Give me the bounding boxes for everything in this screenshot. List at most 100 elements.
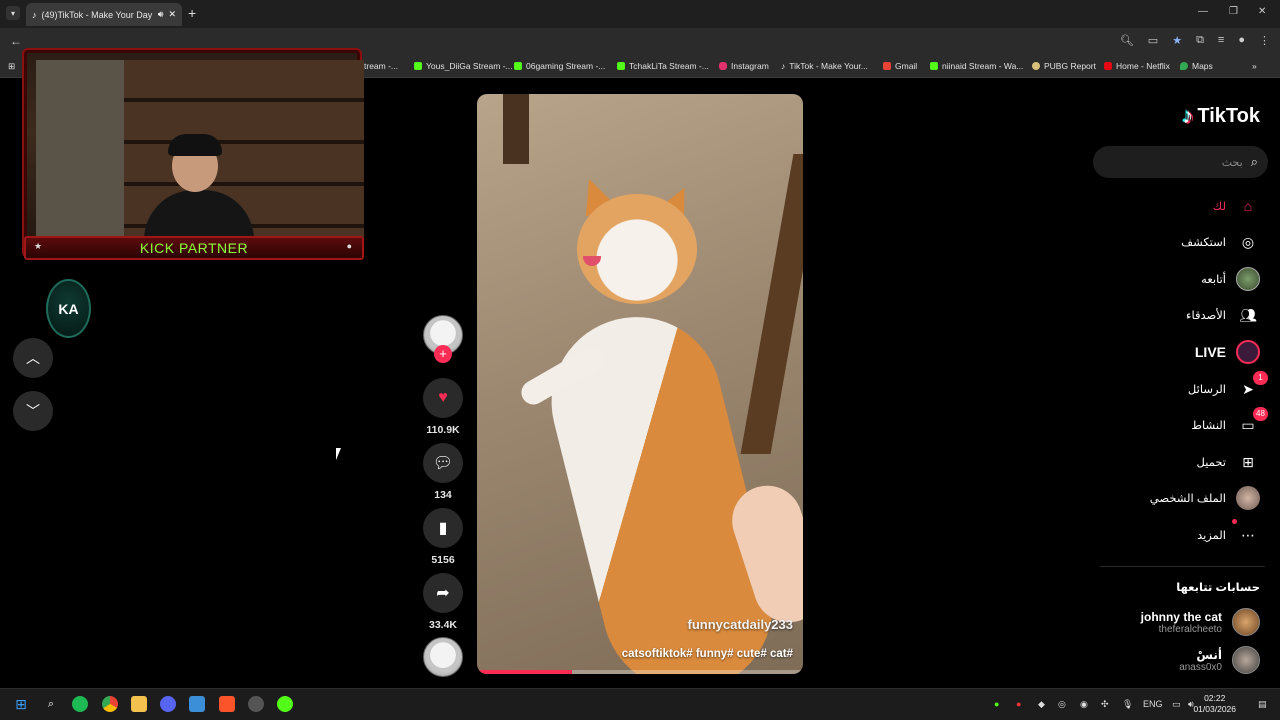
browser-tab-tiktok[interactable]: ♪ (49)TikTok - Make Your Day 🔊︎ ✕ <box>26 3 182 26</box>
steam-icon[interactable]: ◉ <box>1080 699 1088 710</box>
nav-label: الملف الشخصي <box>1149 493 1226 505</box>
account-name: johnny the cat <box>1140 609 1222 624</box>
video-player[interactable]: funnycatdaily233 catsoftiktok# funny# cu… <box>477 94 803 674</box>
nav-label: المزيد <box>1197 530 1226 542</box>
following-account-item[interactable]: أنسْ anass0x0 <box>1179 646 1260 674</box>
tray-app-icon[interactable]: ✣ <box>1101 699 1109 710</box>
nav-messages[interactable]: ➤ 1 الرسائل <box>1187 371 1268 401</box>
compass-icon: ◎ <box>1241 233 1255 250</box>
nav-explore[interactable]: ◎ استكشف <box>1181 230 1260 254</box>
nav-activity[interactable]: ▭ 48 النشاط <box>1191 407 1268 437</box>
bookmark-item[interactable]: Yous_DiiGa Stream -... <box>414 61 513 71</box>
nav-profile[interactable]: الملف الشخصي <box>1150 486 1260 510</box>
bookmark-item[interactable]: niinaid Stream - Wa... <box>930 61 1023 71</box>
live-icon <box>1236 340 1260 364</box>
clock-time: 02:22 <box>1204 693 1226 703</box>
brave-icon[interactable] <box>219 696 235 712</box>
taskbar-clock[interactable]: 02:22 01/03/2026 <box>1193 693 1236 715</box>
bookmark-item[interactable]: PUBG Report <box>1032 61 1096 71</box>
app-icon[interactable] <box>277 696 293 712</box>
nav-upload[interactable]: ⊞ تحميل <box>1197 450 1260 474</box>
app-icon[interactable] <box>248 696 264 712</box>
comment-button[interactable]: 💬︎ <box>423 443 463 483</box>
nav-for-you[interactable]: ⌂ لك <box>1213 194 1260 218</box>
bookmark-item[interactable]: Instagram <box>719 61 769 71</box>
nav-label: استكشف <box>1181 237 1226 249</box>
close-tab-icon[interactable]: ✕ <box>168 9 176 20</box>
tray-app-icon[interactable]: ● <box>1016 699 1021 709</box>
save-count: 5156 <box>431 554 455 566</box>
sound-disc-avatar[interactable] <box>423 637 463 677</box>
windows-start-icon[interactable]: ⊞ <box>13 696 29 712</box>
following-account-item[interactable]: johnny the cat theferalcheeto <box>1141 608 1260 636</box>
notification-icon[interactable]: ▤ <box>1258 699 1267 710</box>
chevron-up-icon: ︿ <box>26 350 40 366</box>
discord-icon[interactable] <box>160 696 176 712</box>
language-indicator[interactable]: ENG <box>1143 699 1163 709</box>
bookmark-item[interactable]: Maps <box>1180 61 1213 71</box>
share-button[interactable]: ➦ <box>423 573 463 613</box>
more-icon: ⋯ <box>1232 519 1260 547</box>
tray-app-icon[interactable]: ● <box>994 699 999 709</box>
follow-plus-icon[interactable]: + <box>434 345 452 363</box>
sidebar-divider <box>1100 566 1265 567</box>
cast-icon[interactable]: ▭ <box>1148 34 1158 47</box>
tiktok-logo-text: TikTok <box>1197 104 1260 127</box>
search-icon[interactable]: ⌕ <box>1251 154 1258 170</box>
nav-label: الرسائل <box>1187 384 1226 396</box>
screen: ▾ ♪ (49)TikTok - Make Your Day 🔊︎ ✕ + — … <box>0 0 1280 720</box>
next-video-button[interactable]: ﹀ <box>13 391 53 431</box>
account-handle: anass0x0 <box>1179 661 1222 673</box>
save-button[interactable]: ▮ <box>423 508 463 548</box>
zoom-icon[interactable]: 🔍︎ <box>1120 34 1134 47</box>
spotify-icon[interactable] <box>72 696 88 712</box>
tray-app-icon[interactable]: ◆ <box>1038 699 1045 710</box>
file-explorer-icon[interactable] <box>131 696 147 712</box>
bookmark-item[interactable]: ♪ TikTok - Make Your... <box>781 61 868 71</box>
nav-live[interactable]: LIVE <box>1195 340 1260 364</box>
cat-head <box>577 194 697 304</box>
tab-search-icon[interactable]: ▾ <box>6 6 20 20</box>
close-window-icon[interactable]: ✕ <box>1258 6 1266 17</box>
new-tab-icon[interactable]: + <box>188 5 196 21</box>
video-table-leg <box>503 94 529 164</box>
photos-icon[interactable] <box>189 696 205 712</box>
video-hashtags[interactable]: catsoftiktok# funny# cute# cat# <box>622 648 793 660</box>
previous-video-button[interactable]: ︿ <box>13 338 53 378</box>
bookmark-item[interactable]: Home - Netflix <box>1104 61 1170 71</box>
webcam-overlay: KICK PARTNER ★ ● <box>14 40 372 265</box>
account-names: johnny the cat theferalcheeto <box>1141 610 1222 635</box>
bookmark-item[interactable]: Gmail <box>883 61 917 71</box>
nav-friends[interactable]: 👥︎ الأصدقاء <box>1186 303 1260 327</box>
search-icon[interactable]: ⌕ <box>43 696 59 712</box>
video-author[interactable]: funnycatdaily233 <box>688 617 794 632</box>
profile-avatar-icon[interactable]: ● <box>1238 34 1245 47</box>
chrome-icon[interactable] <box>102 696 118 712</box>
speaker-icon[interactable]: 🔊︎ <box>158 9 164 20</box>
like-button[interactable]: ♥ <box>423 378 463 418</box>
restore-icon[interactable]: ❐ <box>1229 6 1238 17</box>
bookmark-star-icon[interactable]: ★ <box>1172 34 1182 47</box>
search-input[interactable]: بحث ⌕ <box>1093 146 1268 178</box>
menu-icon[interactable]: ⋮ <box>1259 34 1270 47</box>
minimize-icon[interactable]: — <box>1198 6 1208 17</box>
nav-following[interactable]: أتابعه <box>1201 267 1260 291</box>
video-progress-bar[interactable] <box>477 670 803 674</box>
nav-label: أتابعه <box>1201 274 1226 286</box>
extensions-icon[interactable]: ⧉ <box>1196 34 1204 47</box>
user-icon: ● <box>346 241 352 251</box>
nav-more[interactable]: ⋯ المزيد <box>1197 519 1260 547</box>
kick-partner-banner: KICK PARTNER <box>24 236 364 260</box>
media-icon[interactable]: ≡ <box>1218 34 1224 47</box>
tray-app-icon[interactable]: ◎ <box>1058 699 1066 710</box>
bookmark-item[interactable]: TchakLiTa Stream -... <box>617 61 709 71</box>
more-dot <box>1232 519 1237 524</box>
share-arrow-icon: ➦ <box>436 585 450 602</box>
activity-badge: 48 <box>1253 407 1268 421</box>
bookmark-item[interactable]: 06gaming Stream -... <box>514 61 605 71</box>
more-bookmarks-icon[interactable]: » <box>1252 61 1257 71</box>
gmail-icon <box>883 62 891 70</box>
network-icon[interactable]: ▭ <box>1172 699 1181 710</box>
tiktok-logo[interactable]: ♪ TikTok <box>1182 103 1260 129</box>
microphone-icon[interactable]: 🎙︎ <box>1122 699 1133 710</box>
